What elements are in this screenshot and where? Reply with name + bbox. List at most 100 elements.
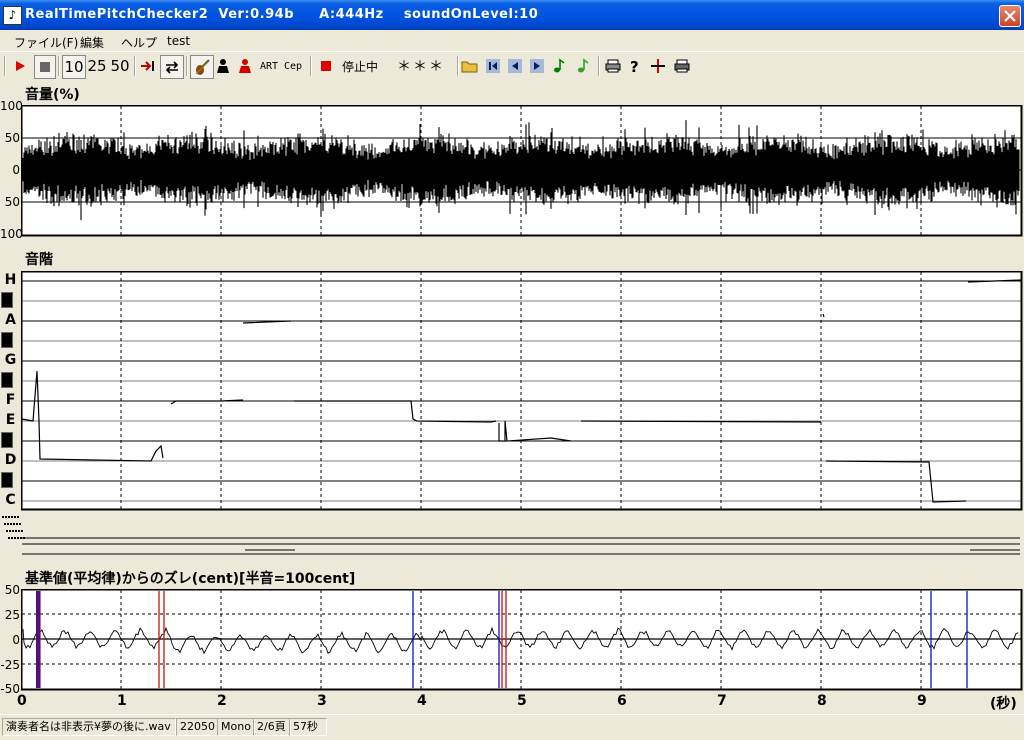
strip-dot xyxy=(20,537,22,539)
play-button[interactable] xyxy=(10,55,30,77)
x-tick-label: 1 xyxy=(117,693,127,709)
volume-waveform xyxy=(21,105,1023,237)
note-label-d: D xyxy=(4,452,17,468)
zoom-50-button[interactable]: 50 xyxy=(109,55,131,77)
open-file-button[interactable] xyxy=(460,55,480,77)
x-tick-label: 9 xyxy=(917,693,927,709)
jump-end-button[interactable] xyxy=(138,55,158,77)
x-tick-label: 2 xyxy=(217,693,227,709)
status-filename: 演奏者名は非表示¥夢の後に.wav xyxy=(2,718,176,736)
loop-button[interactable] xyxy=(160,55,184,79)
strip-dot xyxy=(15,530,17,532)
deviation-panel-title: 基準値(平均律)からのズレ(cent)[半音=100cent] xyxy=(25,571,356,587)
play-icon xyxy=(16,61,25,71)
help-button[interactable]: ? xyxy=(626,55,644,77)
next-page-button[interactable] xyxy=(528,55,546,77)
record-icon xyxy=(321,61,331,71)
scale-panel-title: 音階 xyxy=(25,252,53,268)
x-tick-label: 5 xyxy=(517,693,527,709)
menu-test[interactable]: test xyxy=(167,34,190,48)
strip-dot xyxy=(12,530,14,532)
toolbar: 10 25 50 ART Cep 停止中 ＊＊＊ ? xyxy=(0,53,1024,79)
jump-end-icon xyxy=(141,61,154,71)
strip-dot xyxy=(17,537,19,539)
menu-help[interactable]: ヘルプ xyxy=(121,34,157,51)
strip-dot xyxy=(8,516,10,518)
loop-icon xyxy=(165,61,179,74)
deviation-marker xyxy=(36,591,40,688)
strip-dot xyxy=(11,516,13,518)
note-button[interactable] xyxy=(550,55,568,77)
note-label-a: A xyxy=(5,312,16,328)
window-title: RealTimePitchChecker2 Ver:0.94b A:444Hz … xyxy=(25,7,539,22)
cep-button[interactable]: Cep xyxy=(282,55,304,77)
close-button[interactable] xyxy=(999,5,1021,27)
person-red-button[interactable] xyxy=(236,55,254,77)
strip-dot xyxy=(9,530,11,532)
menu-file[interactable]: ファイル(F) xyxy=(14,34,78,51)
note-green-alt-icon xyxy=(578,58,589,73)
x-tick-label: 4 xyxy=(417,693,427,709)
deviation-y-label: -25 xyxy=(0,658,20,672)
status-sample-rate: 22050 xyxy=(176,718,218,736)
x-axis-unit: (秒) xyxy=(990,696,1017,712)
first-page-button[interactable] xyxy=(484,55,502,77)
prev-icon xyxy=(508,59,522,73)
strip-dot xyxy=(5,516,7,518)
x-tick-label: 8 xyxy=(817,693,827,709)
deviation-y-label: 50 xyxy=(4,583,20,597)
stop-icon xyxy=(40,62,50,72)
print-alt-button[interactable] xyxy=(672,55,692,77)
volume-y-label: 100 xyxy=(0,99,23,113)
strip-dot xyxy=(7,523,9,525)
strip-dot xyxy=(8,537,10,539)
svg-text:?: ? xyxy=(630,58,639,74)
help-icon: ? xyxy=(630,58,639,74)
volume-y-label: 50 xyxy=(4,195,20,209)
note-alt-button[interactable] xyxy=(574,55,592,77)
strip-dot xyxy=(6,530,8,532)
art-button[interactable]: ART xyxy=(258,55,280,77)
person-red-icon xyxy=(239,59,251,73)
menu-edit[interactable]: 編集 xyxy=(80,34,104,51)
printer-icon xyxy=(605,59,621,73)
note-display: ＊＊＊ xyxy=(397,59,445,75)
black-key xyxy=(1,432,13,448)
prev-page-button[interactable] xyxy=(506,55,524,77)
strip-dot xyxy=(4,523,6,525)
volume-panel-title: 音量(%) xyxy=(25,87,80,103)
stop-button[interactable] xyxy=(34,55,56,79)
strip-dot xyxy=(2,516,4,518)
open-folder-icon xyxy=(461,61,478,73)
deviation-y-label: 25 xyxy=(4,608,20,622)
status-duration: 57秒 xyxy=(289,718,327,736)
strip-dot xyxy=(14,516,16,518)
note-label-c: C xyxy=(5,492,16,508)
note-label-f: F xyxy=(5,392,16,408)
next-icon xyxy=(530,59,544,73)
first-icon xyxy=(486,59,500,73)
deviation-y-label: 0 xyxy=(12,633,20,647)
status-channels: Mono xyxy=(217,718,255,736)
title-bar: ♪ RealTimePitchChecker2 Ver:0.94b A:444H… xyxy=(0,0,1024,30)
violin-button[interactable] xyxy=(190,55,214,79)
x-tick-label: 0 xyxy=(17,693,27,709)
black-key xyxy=(1,332,13,348)
strip-dot xyxy=(19,523,21,525)
print-button[interactable] xyxy=(603,55,623,77)
volume-y-label: 0 xyxy=(12,163,20,177)
pitch-graph xyxy=(21,271,1023,511)
app-icon[interactable]: ♪ xyxy=(3,6,22,25)
menu-bar: ファイル(F) 編集 ヘルプ test xyxy=(0,31,1024,52)
strip-dot xyxy=(18,530,20,532)
zoom-25-button[interactable]: 25 xyxy=(86,55,108,77)
record-button[interactable] xyxy=(316,55,336,77)
close-icon xyxy=(1004,10,1016,22)
note-green-icon xyxy=(554,58,565,73)
volume-y-label: 50 xyxy=(4,131,20,145)
black-key xyxy=(1,372,13,388)
crosshair-button[interactable] xyxy=(648,55,668,77)
person-black-button[interactable] xyxy=(214,55,232,77)
zoom-10-button[interactable]: 10 xyxy=(62,55,86,79)
strip-dot xyxy=(16,523,18,525)
